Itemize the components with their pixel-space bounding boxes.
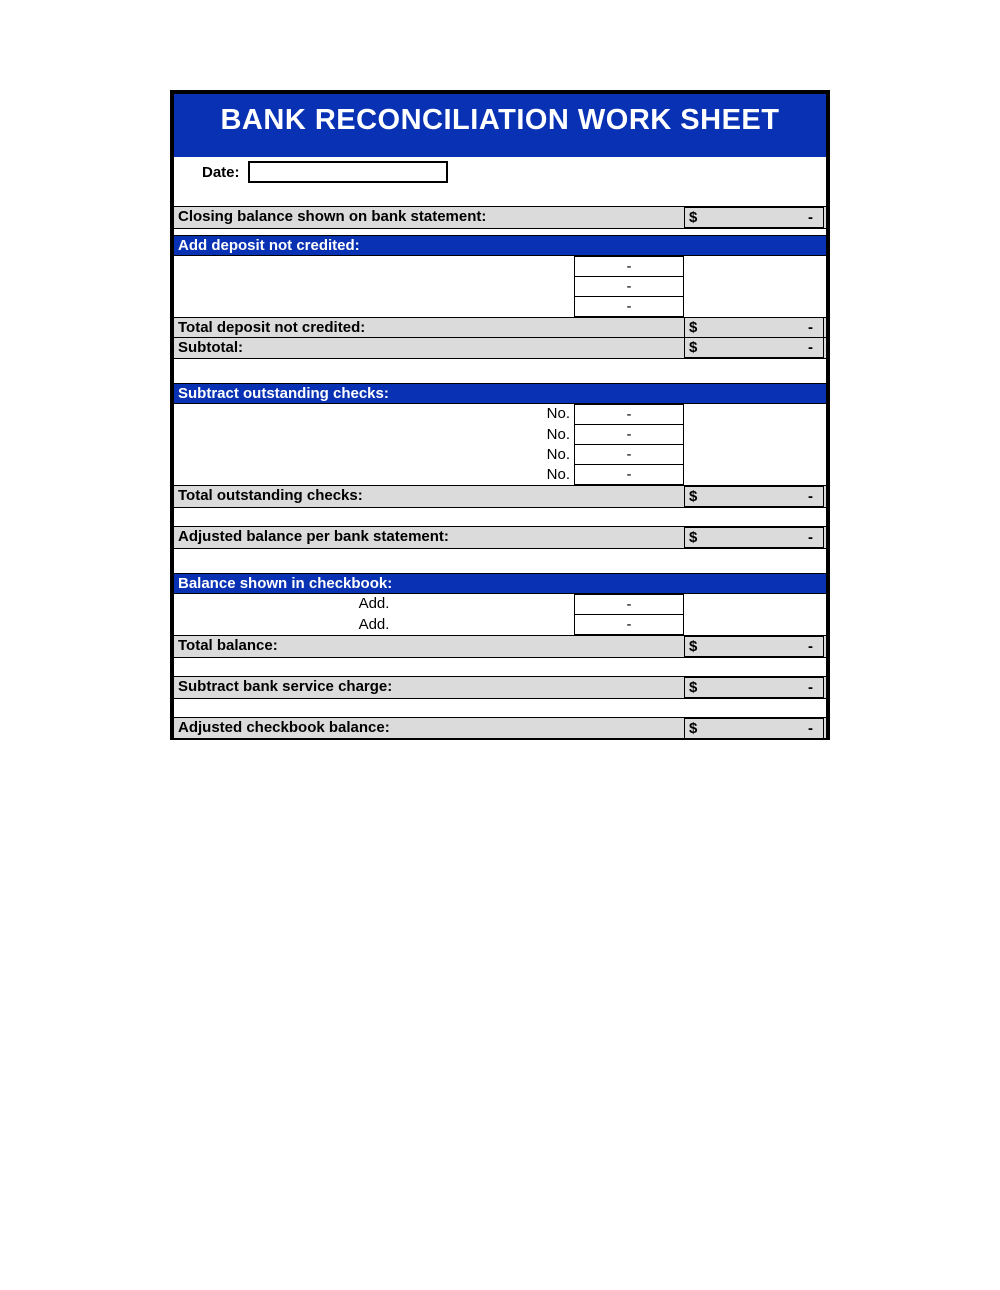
subtotal-row: Subtotal: $ - bbox=[174, 338, 826, 359]
deposit-row-3: - bbox=[174, 297, 826, 317]
currency-symbol: $ bbox=[689, 209, 697, 226]
add-input-1[interactable]: - bbox=[574, 594, 684, 615]
add-row-1: Add. - bbox=[174, 594, 826, 615]
adjusted-bank-row: Adjusted balance per bank statement: $ - bbox=[174, 526, 826, 549]
subtotal-label: Subtotal: bbox=[174, 338, 574, 358]
total-balance-row: Total balance: $ - bbox=[174, 635, 826, 658]
deposit-row-2: - bbox=[174, 277, 826, 297]
check-row-2: No. - bbox=[174, 425, 826, 445]
check-input-3[interactable]: - bbox=[574, 445, 684, 465]
check-row-1: No. - bbox=[174, 404, 826, 425]
spacer bbox=[174, 188, 826, 206]
add-deposit-label: Add deposit not credited: bbox=[174, 236, 574, 255]
total-checks-label: Total outstanding checks: bbox=[174, 486, 574, 507]
add-row-2: Add. - bbox=[174, 615, 826, 635]
add-label: Add. bbox=[174, 594, 574, 615]
adjusted-checkbook-label: Adjusted checkbook balance: bbox=[174, 718, 574, 738]
service-charge-amount[interactable]: $ - bbox=[684, 677, 824, 698]
total-deposit-row: Total deposit not credited: $ - bbox=[174, 317, 826, 338]
check-row-4: No. - bbox=[174, 465, 826, 485]
adjusted-bank-label: Adjusted balance per bank statement: bbox=[174, 527, 574, 548]
section-checkbook-balance: Balance shown in checkbook: bbox=[174, 573, 826, 594]
deposit-input-2[interactable]: - bbox=[574, 277, 684, 297]
check-row-3: No. - bbox=[174, 445, 826, 465]
adjusted-bank-amount[interactable]: $ - bbox=[684, 527, 824, 548]
closing-balance-amount[interactable]: $ - bbox=[684, 207, 824, 228]
check-input-2[interactable]: - bbox=[574, 425, 684, 445]
check-input-4[interactable]: - bbox=[574, 465, 684, 485]
total-checks-row: Total outstanding checks: $ - bbox=[174, 485, 826, 508]
deposit-row-1: - bbox=[174, 256, 826, 277]
title-text: BANK RECONCILIATION WORK SHEET bbox=[220, 104, 779, 136]
amount-dash: - bbox=[808, 209, 813, 226]
total-deposit-amount[interactable]: $ - bbox=[684, 318, 824, 337]
date-input[interactable] bbox=[248, 161, 448, 183]
checkbook-balance-label: Balance shown in checkbook: bbox=[174, 574, 574, 593]
subtotal-amount[interactable]: $ - bbox=[684, 338, 824, 358]
date-row: Date: bbox=[174, 157, 826, 188]
total-deposit-label: Total deposit not credited: bbox=[174, 318, 574, 337]
closing-balance-row: Closing balance shown on bank statement:… bbox=[174, 206, 826, 229]
add-input-2[interactable]: - bbox=[574, 615, 684, 635]
section-add-deposit: Add deposit not credited: bbox=[174, 235, 826, 256]
total-checks-amount[interactable]: $ - bbox=[684, 486, 824, 507]
total-balance-label: Total balance: bbox=[174, 636, 574, 657]
service-charge-label: Subtract bank service charge: bbox=[174, 677, 574, 698]
adjusted-checkbook-amount[interactable]: $ - bbox=[684, 718, 824, 738]
adjusted-checkbook-row: Adjusted checkbook balance: $ - bbox=[174, 717, 826, 738]
title-bar: BANK RECONCILIATION WORK SHEET bbox=[174, 94, 826, 151]
closing-balance-label: Closing balance shown on bank statement: bbox=[174, 207, 574, 228]
total-balance-amount[interactable]: $ - bbox=[684, 636, 824, 657]
deposit-input-3[interactable]: - bbox=[574, 297, 684, 317]
date-label: Date: bbox=[202, 164, 240, 181]
section-outstanding-checks: Subtract outstanding checks: bbox=[174, 383, 826, 404]
outstanding-checks-label: Subtract outstanding checks: bbox=[174, 384, 574, 403]
deposit-input-1[interactable]: - bbox=[574, 256, 684, 277]
worksheet: BANK RECONCILIATION WORK SHEET Date: Clo… bbox=[170, 90, 830, 740]
service-charge-row: Subtract bank service charge: $ - bbox=[174, 676, 826, 699]
check-input-1[interactable]: - bbox=[574, 404, 684, 425]
check-no-label: No. bbox=[174, 404, 574, 425]
